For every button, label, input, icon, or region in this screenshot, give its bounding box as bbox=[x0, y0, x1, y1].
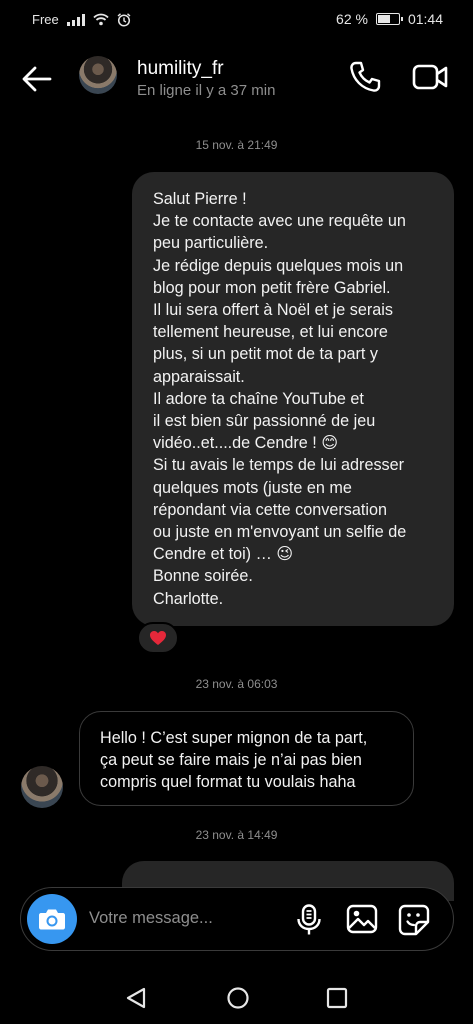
status-right: 62 % 01:44 bbox=[336, 11, 443, 27]
contact-status: En ligne il y a 37 min bbox=[137, 82, 276, 99]
message-line: Si tu avais le temps de lui adresser bbox=[153, 456, 405, 475]
nav-back-icon[interactable] bbox=[124, 986, 148, 1010]
message-line: Bonne soirée. bbox=[153, 567, 253, 586]
message-line: compris quel format tu voulais haha bbox=[100, 773, 356, 792]
alarm-icon bbox=[117, 12, 131, 27]
contact-username[interactable]: humility_fr bbox=[137, 58, 224, 80]
message-line: quelques mots (juste en me bbox=[153, 478, 352, 497]
back-arrow-icon[interactable] bbox=[20, 62, 54, 96]
message-line: tellement heureuse, et lui encore bbox=[153, 323, 388, 342]
heart-icon bbox=[150, 631, 166, 645]
incoming-message-bubble[interactable]: Hello ! C’est super mignon de ta part, ç… bbox=[79, 711, 414, 806]
message-timestamp: 15 nov. à 21:49 bbox=[195, 138, 278, 152]
message-timestamp: 23 nov. à 14:49 bbox=[195, 828, 278, 842]
video-call-icon[interactable] bbox=[412, 62, 448, 92]
nav-recent-apps-icon[interactable] bbox=[326, 987, 348, 1009]
message-line: vidéo..et....de Cendre ! 😊 bbox=[153, 434, 339, 453]
sticker-icon[interactable] bbox=[398, 904, 430, 936]
message-line: blog pour mon petit frère Gabriel. bbox=[153, 278, 391, 297]
message-line: Je te contacte avec une requête un bbox=[153, 212, 406, 231]
battery-percent: 62 % bbox=[336, 11, 368, 27]
status-left: Free bbox=[32, 12, 131, 27]
message-line: Il lui sera offert à Noël et je serais bbox=[153, 301, 393, 320]
message-line: Salut Pierre ! bbox=[153, 190, 247, 208]
message-line: Charlotte. bbox=[153, 589, 224, 608]
signal-icon bbox=[66, 13, 85, 26]
sender-avatar[interactable] bbox=[21, 766, 63, 808]
battery-icon bbox=[375, 13, 403, 25]
message-line: peu particulière. bbox=[153, 234, 269, 253]
message-line: Je rédige depuis quelques mois un bbox=[153, 256, 404, 275]
chat-header: humility_fr En ligne il y a 37 min bbox=[0, 40, 473, 116]
message-composer: Votre message... bbox=[20, 887, 454, 951]
nav-home-icon[interactable] bbox=[226, 986, 250, 1010]
camera-icon bbox=[39, 909, 65, 930]
message-line: il est bien sûr passionné de jeu bbox=[153, 412, 376, 431]
contact-avatar[interactable] bbox=[79, 56, 117, 94]
message-timestamp: 23 nov. à 06:03 bbox=[195, 677, 278, 691]
heart-reaction[interactable] bbox=[137, 622, 179, 654]
message-line: répondant via cette conversation bbox=[153, 500, 387, 519]
outgoing-message-bubble[interactable]: Salut Pierre ! Je te contacte avec une r… bbox=[132, 172, 454, 626]
message-line: apparaissait. bbox=[153, 367, 245, 386]
carrier-name: Free bbox=[32, 12, 59, 27]
phone-call-icon[interactable] bbox=[348, 60, 382, 94]
gallery-icon[interactable] bbox=[346, 904, 378, 934]
message-line: ou juste en m'envoyant un selfie de bbox=[153, 523, 407, 542]
message-line: Cendre et toi) … 😉 bbox=[153, 545, 294, 564]
clock: 01:44 bbox=[407, 11, 443, 27]
system-navigation-bar bbox=[0, 964, 473, 1024]
message-input[interactable]: Votre message... bbox=[89, 909, 213, 928]
message-line: ça peut se faire mais je n’ai pas bien bbox=[100, 751, 362, 770]
camera-button[interactable] bbox=[27, 894, 77, 944]
message-line: plus, si un petit mot de ta part y bbox=[153, 345, 378, 364]
message-line: Hello ! C’est super mignon de ta part, bbox=[100, 729, 368, 747]
message-line: Il adore ta chaîne YouTube et bbox=[153, 389, 364, 408]
status-bar: Free 62 % 01:44 bbox=[0, 0, 473, 40]
wifi-icon bbox=[93, 13, 109, 26]
microphone-icon[interactable] bbox=[296, 904, 322, 936]
